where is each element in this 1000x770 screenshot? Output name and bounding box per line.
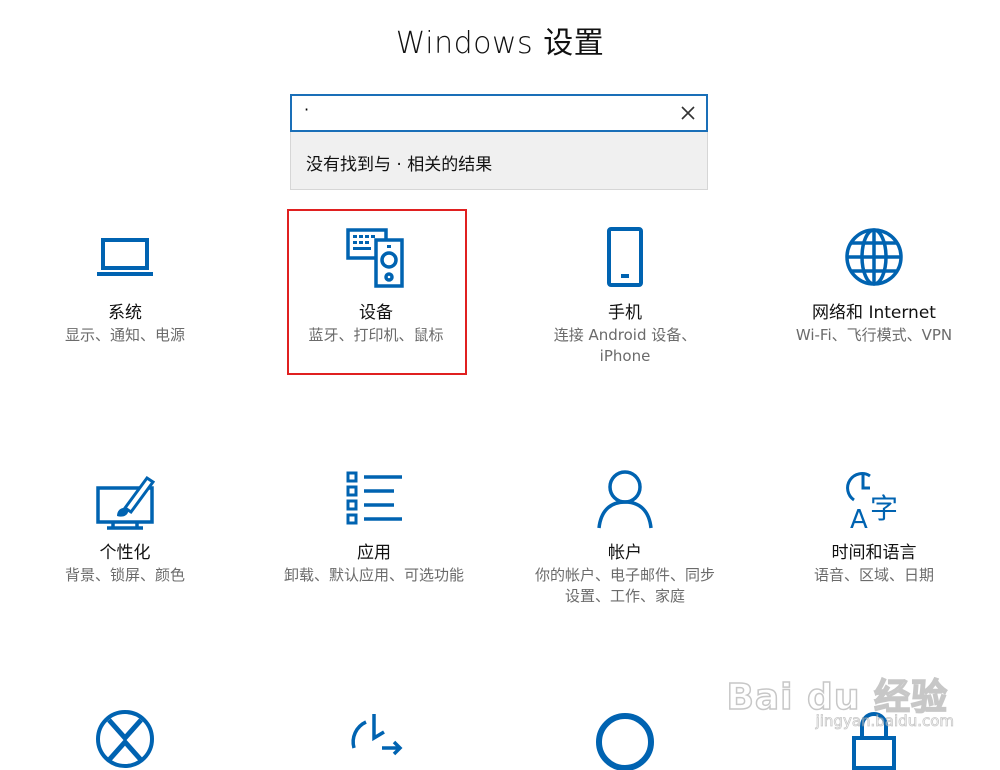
tile-name: 个性化 — [99, 543, 151, 563]
tile-name: 手机 — [608, 303, 642, 323]
tile-cortana[interactable] — [505, 704, 745, 770]
xbox-icon — [95, 708, 155, 770]
devices-icon — [346, 226, 406, 288]
tile-name: 应用 — [357, 543, 391, 563]
account-icon — [595, 468, 655, 530]
page-title: Windows 设置 — [395, 26, 605, 61]
tile-description: 蓝牙、打印机、鼠标 — [308, 326, 444, 344]
sync-icon — [344, 708, 404, 770]
close-icon[interactable] — [680, 105, 696, 121]
search-suggestions: 没有找到与 · 相关的结果 — [290, 132, 708, 190]
tile-time-language[interactable]: A 字 时间和语言 语音、区域、日期 — [754, 462, 994, 602]
tile-system[interactable]: 系统 显示、通知、电源 — [5, 220, 245, 360]
search-input[interactable]: · — [290, 94, 708, 132]
tile-name: 帐户 — [608, 543, 642, 563]
tile-personalization[interactable]: 个性化 背景、锁屏、颜色 — [5, 462, 245, 602]
tile-update-security[interactable] — [254, 704, 494, 756]
cortana-icon — [595, 708, 655, 770]
tile-name: 设备 — [359, 303, 393, 323]
tile-description: 卸载、默认应用、可选功能 — [283, 566, 464, 584]
tile-accounts[interactable]: 帐户 你的帐户、电子邮件、同步 设置、工作、家庭 — [505, 462, 745, 612]
globe-icon — [844, 226, 904, 288]
phone-icon — [595, 226, 655, 288]
personalization-icon — [95, 468, 155, 530]
tile-gaming[interactable] — [5, 704, 245, 768]
time-language-icon: A 字 — [844, 468, 904, 530]
tile-name: 系统 — [108, 303, 142, 323]
tile-phone[interactable]: 手机 连接 Android 设备、 iPhone — [505, 220, 745, 370]
search-value: · — [304, 100, 310, 119]
tile-description: 连接 Android 设备、 — [553, 326, 697, 344]
tile-name: 时间和语言 — [831, 543, 917, 563]
tile-devices[interactable]: 设备 蓝牙、打印机、鼠标 — [256, 220, 496, 360]
svg-text:A: A — [850, 505, 868, 530]
tile-description-line2: 设置、工作、家庭 — [564, 587, 685, 605]
tile-description: 你的帐户、电子邮件、同步 — [534, 566, 715, 584]
apps-list-icon — [344, 468, 404, 530]
laptop-icon — [95, 226, 155, 288]
tile-description-line2: iPhone — [599, 347, 651, 365]
tile-apps[interactable]: 应用 卸载、默认应用、可选功能 — [254, 462, 494, 602]
tile-description: 显示、通知、电源 — [64, 326, 185, 344]
svg-text:字: 字 — [870, 492, 898, 525]
tile-network[interactable]: 网络和 Internet Wi-Fi、飞行模式、VPN — [754, 220, 994, 360]
tile-description: 背景、锁屏、颜色 — [64, 566, 185, 584]
tile-description: 语音、区域、日期 — [813, 566, 934, 584]
lock-icon — [844, 708, 904, 770]
tile-name: 网络和 Internet — [812, 303, 936, 323]
tile-description: Wi-Fi、飞行模式、VPN — [795, 326, 953, 344]
tile-privacy[interactable] — [754, 704, 994, 770]
no-results-message: 没有找到与 · 相关的结果 — [306, 155, 493, 175]
